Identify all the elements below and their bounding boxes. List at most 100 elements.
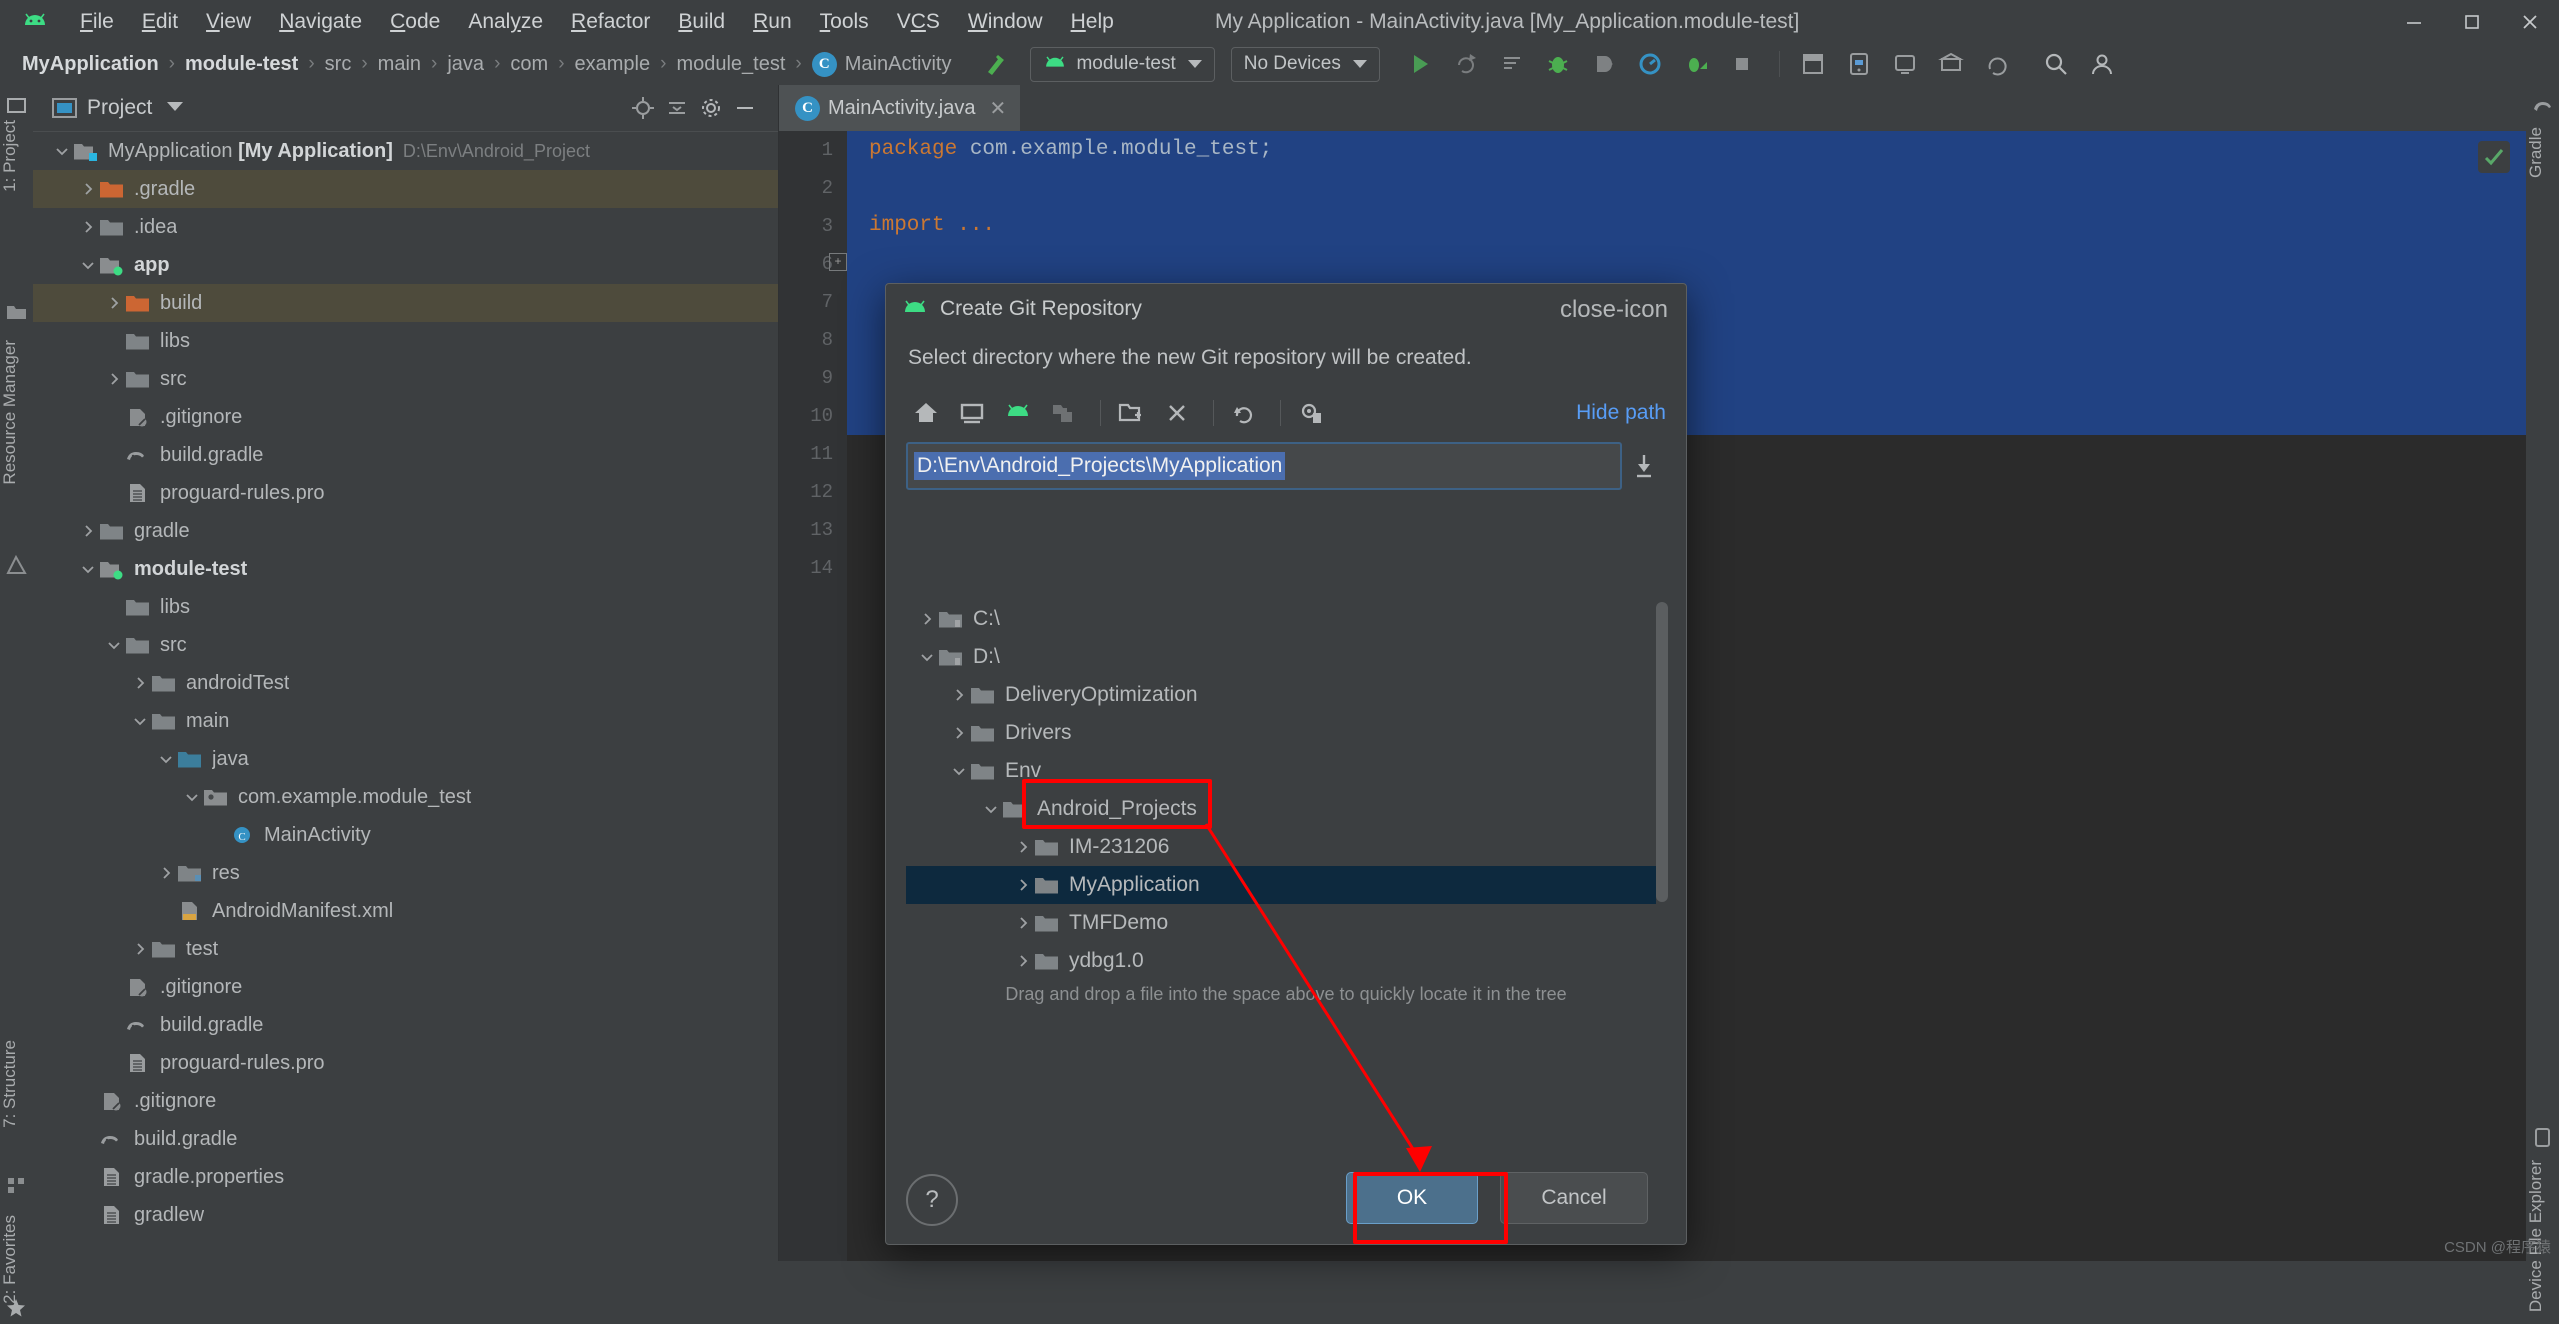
breadcrumb-item-example[interactable]: example (575, 53, 651, 76)
menu-item-build[interactable]: Build (664, 10, 739, 34)
device-selector[interactable]: No Devices (1230, 46, 1380, 82)
chevron-down-icon[interactable] (980, 798, 1002, 820)
chevron-right-icon[interactable] (916, 608, 938, 630)
chevron-right-icon[interactable] (103, 368, 125, 390)
menu-item-run[interactable]: Run (739, 10, 806, 34)
tree-row[interactable]: libs (33, 322, 778, 360)
stop-icon[interactable] (1724, 46, 1760, 82)
android-project-icon[interactable] (998, 393, 1038, 433)
tree-row[interactable]: .idea (33, 208, 778, 246)
breadcrumb-item-myapplication[interactable]: MyApplication (22, 53, 159, 76)
tree-row[interactable]: main (33, 702, 778, 740)
directory-row[interactable]: Drivers (906, 714, 1666, 752)
chevron-right-icon[interactable] (77, 178, 99, 200)
menu-item-analyze[interactable]: Analyze (454, 10, 557, 34)
chevron-right-icon[interactable] (103, 292, 125, 314)
path-input[interactable]: D:\Env\Android_Projects\MyApplication (906, 442, 1622, 490)
directory-row[interactable]: TMFDemo (906, 904, 1666, 942)
apply-changes-icon[interactable] (1494, 46, 1530, 82)
debug-attach-icon[interactable] (1678, 46, 1714, 82)
attach-debugger-icon[interactable] (1586, 46, 1622, 82)
close-icon[interactable]: close-icon (1560, 296, 1668, 324)
tree-row[interactable]: proguard-rules.pro (33, 1044, 778, 1082)
menu-item-view[interactable]: View (192, 10, 265, 34)
locate-icon[interactable] (626, 91, 660, 125)
tree-row[interactable]: gradle (33, 512, 778, 550)
directory-row-selected[interactable]: MyApplication (906, 866, 1666, 904)
settings-gear-icon[interactable] (694, 91, 728, 125)
tree-row[interactable]: java (33, 740, 778, 778)
directory-tree[interactable]: C:\ D:\ DeliveryOptimization Drivers Env Andr… (906, 600, 1666, 978)
sidebar-item-resource-manager[interactable]: Resource Manager (0, 340, 33, 485)
chevron-down-icon[interactable] (948, 760, 970, 782)
chevron-right-icon[interactable] (948, 722, 970, 744)
run-icon[interactable] (1402, 46, 1438, 82)
chevron-down-icon[interactable] (181, 786, 203, 808)
menu-item-file[interactable]: File (66, 10, 128, 34)
menu-item-vcs[interactable]: VCS (883, 10, 954, 34)
directory-row[interactable]: DeliveryOptimization (906, 676, 1666, 714)
tree-row[interactable]: gradle.properties (33, 1158, 778, 1196)
user-icon[interactable] (2084, 46, 2120, 82)
sidebar-item-favorites[interactable]: 2: Favorites (0, 1215, 33, 1304)
sidebar-item-project[interactable]: 1: Project (0, 120, 33, 192)
dialog-scrollbar-thumb[interactable] (1656, 602, 1668, 902)
chevron-right-icon[interactable] (77, 216, 99, 238)
chevron-right-icon[interactable] (77, 520, 99, 542)
directory-row[interactable]: Android_Projects (906, 790, 1666, 828)
tree-row[interactable]: androidTest (33, 664, 778, 702)
tree-row[interactable]: src (33, 360, 778, 398)
tree-row[interactable]: build.gradle (33, 1120, 778, 1158)
layout-inspector-icon[interactable] (1795, 46, 1831, 82)
refresh-icon[interactable] (1224, 393, 1264, 433)
tree-row[interactable]: module-test (33, 550, 778, 588)
tree-row[interactable]: src (33, 626, 778, 664)
tree-row[interactable]: test (33, 930, 778, 968)
build-hammer-icon[interactable] (977, 46, 1013, 82)
tree-row[interactable]: app (33, 246, 778, 284)
tree-row[interactable]: .gitignore (33, 1082, 778, 1120)
sync-gradle-icon[interactable] (1979, 46, 2015, 82)
home-icon[interactable] (906, 393, 946, 433)
tree-row[interactable]: proguard-rules.pro (33, 474, 778, 512)
tab-mainactivity-java[interactable]: C MainActivity.java ✕ (779, 85, 1021, 131)
show-hidden-icon[interactable] (1291, 393, 1331, 433)
directory-row[interactable]: C:\ (906, 600, 1666, 638)
chevron-right-icon[interactable] (948, 684, 970, 706)
tree-row[interactable]: res (33, 854, 778, 892)
code-line[interactable]: package com.example.module_test; (847, 131, 2526, 169)
collapse-all-icon[interactable] (660, 91, 694, 125)
delete-icon[interactable] (1157, 393, 1197, 433)
menu-item-code[interactable]: Code (376, 10, 454, 34)
device-manager-icon[interactable] (1841, 46, 1877, 82)
directory-row[interactable]: Env (906, 752, 1666, 790)
tree-row[interactable]: .gitignore (33, 968, 778, 1006)
chevron-right-icon[interactable] (155, 862, 177, 884)
cancel-button[interactable]: Cancel (1500, 1172, 1648, 1224)
sidebar-item-structure[interactable]: 7: Structure (0, 1040, 33, 1128)
close-button[interactable] (2501, 0, 2559, 43)
chevron-down-icon[interactable] (916, 646, 938, 668)
download-arrow-icon[interactable] (1622, 453, 1666, 479)
tree-row[interactable]: gradlew (33, 1196, 778, 1234)
chevron-down-icon[interactable] (166, 99, 184, 117)
chevron-down-icon[interactable] (51, 140, 73, 162)
tree-row[interactable]: build (33, 284, 778, 322)
code-line[interactable]: import ... (847, 207, 2526, 245)
breadcrumb-item-main[interactable]: main (378, 53, 421, 76)
tree-row[interactable]: build.gradle (33, 436, 778, 474)
menu-item-edit[interactable]: Edit (128, 10, 192, 34)
tree-row[interactable]: .gitignore (33, 398, 778, 436)
rerun-icon[interactable] (1448, 46, 1484, 82)
avd-manager-icon[interactable] (1887, 46, 1923, 82)
chevron-right-icon[interactable] (1012, 950, 1034, 972)
chevron-down-icon[interactable] (77, 254, 99, 276)
breadcrumb-item-com[interactable]: com (510, 53, 548, 76)
project-dir-icon[interactable] (1044, 393, 1084, 433)
menu-item-tools[interactable]: Tools (806, 10, 883, 34)
sdk-manager-icon[interactable] (1933, 46, 1969, 82)
maximize-button[interactable] (2443, 0, 2501, 43)
search-icon[interactable] (2038, 46, 2074, 82)
chevron-down-icon[interactable] (129, 710, 151, 732)
new-folder-icon[interactable] (1111, 393, 1151, 433)
